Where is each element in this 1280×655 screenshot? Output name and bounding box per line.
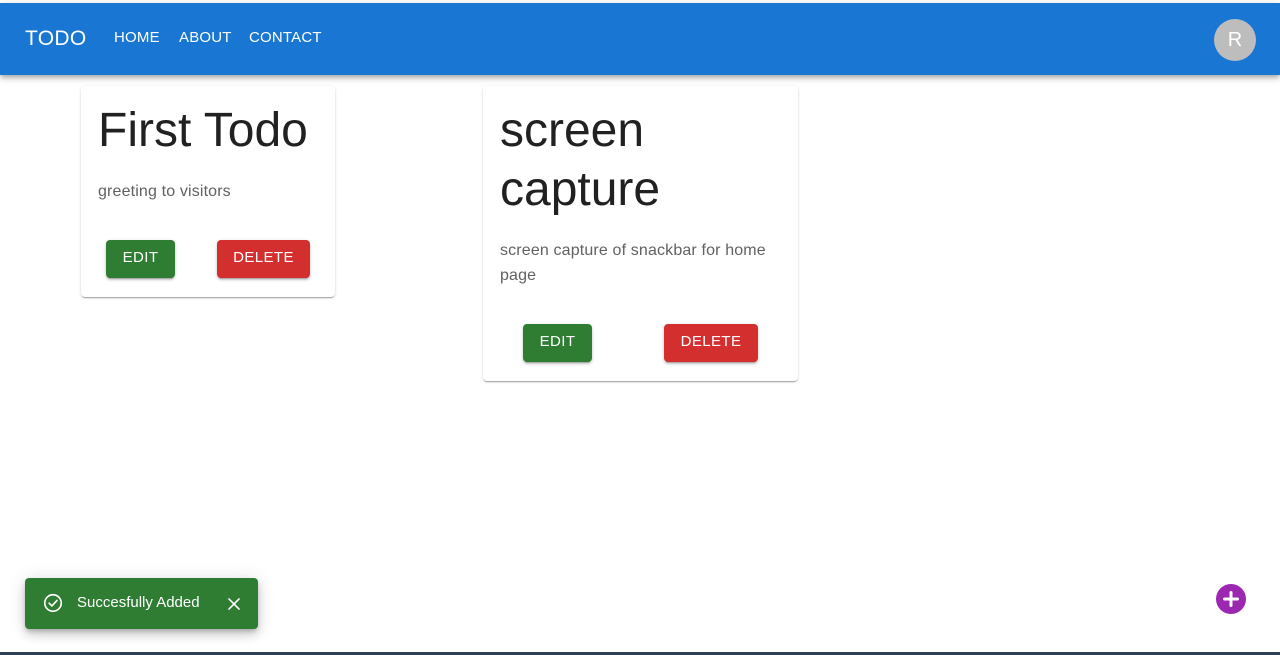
todo-title: screen capture <box>500 104 661 216</box>
brand-title[interactable]: TODO <box>25 27 86 51</box>
snackbar: Succesfully Added <box>25 578 258 629</box>
add-todo-button[interactable] <box>1216 584 1246 614</box>
close-icon[interactable] <box>223 593 245 615</box>
nav-home-link[interactable]: HOME <box>114 29 160 46</box>
page: TODO HOME ABOUT CONTACT R First Todo gre… <box>0 0 1280 655</box>
todo-card: First Todo greeting to visitors EDIT DEL… <box>81 86 335 297</box>
todo-description: greeting to visitors <box>98 183 231 200</box>
todo-card: screen capture screen capture of snackba… <box>483 86 798 381</box>
user-avatar[interactable]: R <box>1214 19 1256 61</box>
nav-about-link[interactable]: ABOUT <box>179 29 232 46</box>
todo-description: screen capture of snackbar for home page <box>500 242 766 284</box>
edit-button[interactable]: EDIT <box>523 324 592 362</box>
edit-button[interactable]: EDIT <box>106 240 175 278</box>
todo-title: First Todo <box>98 104 308 157</box>
add-icon <box>1223 591 1239 607</box>
snackbar-message: Succesfully Added <box>77 594 200 611</box>
nav-contact-link[interactable]: CONTACT <box>249 29 322 46</box>
check-circle-icon <box>43 593 63 613</box>
delete-button[interactable]: DELETE <box>217 240 310 278</box>
delete-button[interactable]: DELETE <box>664 324 758 362</box>
app-bar: TODO HOME ABOUT CONTACT R <box>0 3 1280 75</box>
